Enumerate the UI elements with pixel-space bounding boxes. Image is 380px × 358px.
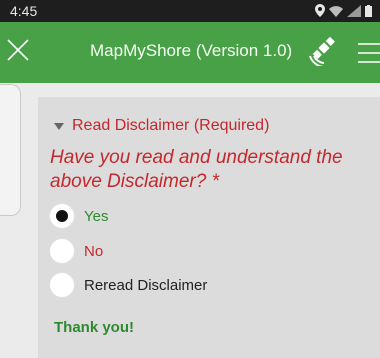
thank-you-message: Thank you! — [54, 319, 135, 336]
battery-icon — [365, 4, 372, 22]
signal-icon — [347, 4, 361, 22]
option-yes[interactable]: Yes — [50, 204, 108, 228]
option-label-yes: Yes — [84, 207, 109, 225]
disclaimer-card: Read Disclaimer (Required) Have you read… — [38, 97, 380, 358]
close-icon — [7, 39, 29, 61]
app-header: MapMyShore (Version 1.0) — [0, 22, 380, 83]
radio-reread[interactable] — [50, 273, 74, 297]
section-toggle[interactable]: Read Disclaimer (Required) — [54, 117, 269, 135]
option-label-no: No — [84, 242, 104, 260]
menu-icon — [358, 43, 380, 63]
question-label: Have you read and understand the above D… — [50, 147, 343, 192]
status-icons — [315, 4, 372, 22]
option-no[interactable]: No — [50, 239, 103, 263]
caret-down-icon — [54, 122, 64, 130]
status-time: 4:45 — [10, 3, 38, 19]
location-icon — [315, 4, 325, 22]
wifi-icon — [329, 4, 343, 22]
content-area: Read Disclaimer (Required) Have you read… — [0, 83, 380, 358]
status-bar: 4:45 — [0, 0, 380, 22]
side-panel-edge[interactable] — [0, 84, 21, 216]
section-title: Read Disclaimer (Required) — [72, 117, 270, 134]
option-label-reread: Reread Disclaimer — [84, 276, 208, 294]
option-reread[interactable]: Reread Disclaimer — [50, 273, 207, 297]
radio-no[interactable] — [50, 239, 74, 263]
satellite-icon[interactable] — [308, 36, 338, 68]
app-title: MapMyShore (Version 1.0) — [90, 41, 293, 60]
menu-button[interactable] — [356, 38, 380, 68]
close-button[interactable] — [0, 22, 44, 83]
radio-yes[interactable] — [50, 204, 74, 228]
